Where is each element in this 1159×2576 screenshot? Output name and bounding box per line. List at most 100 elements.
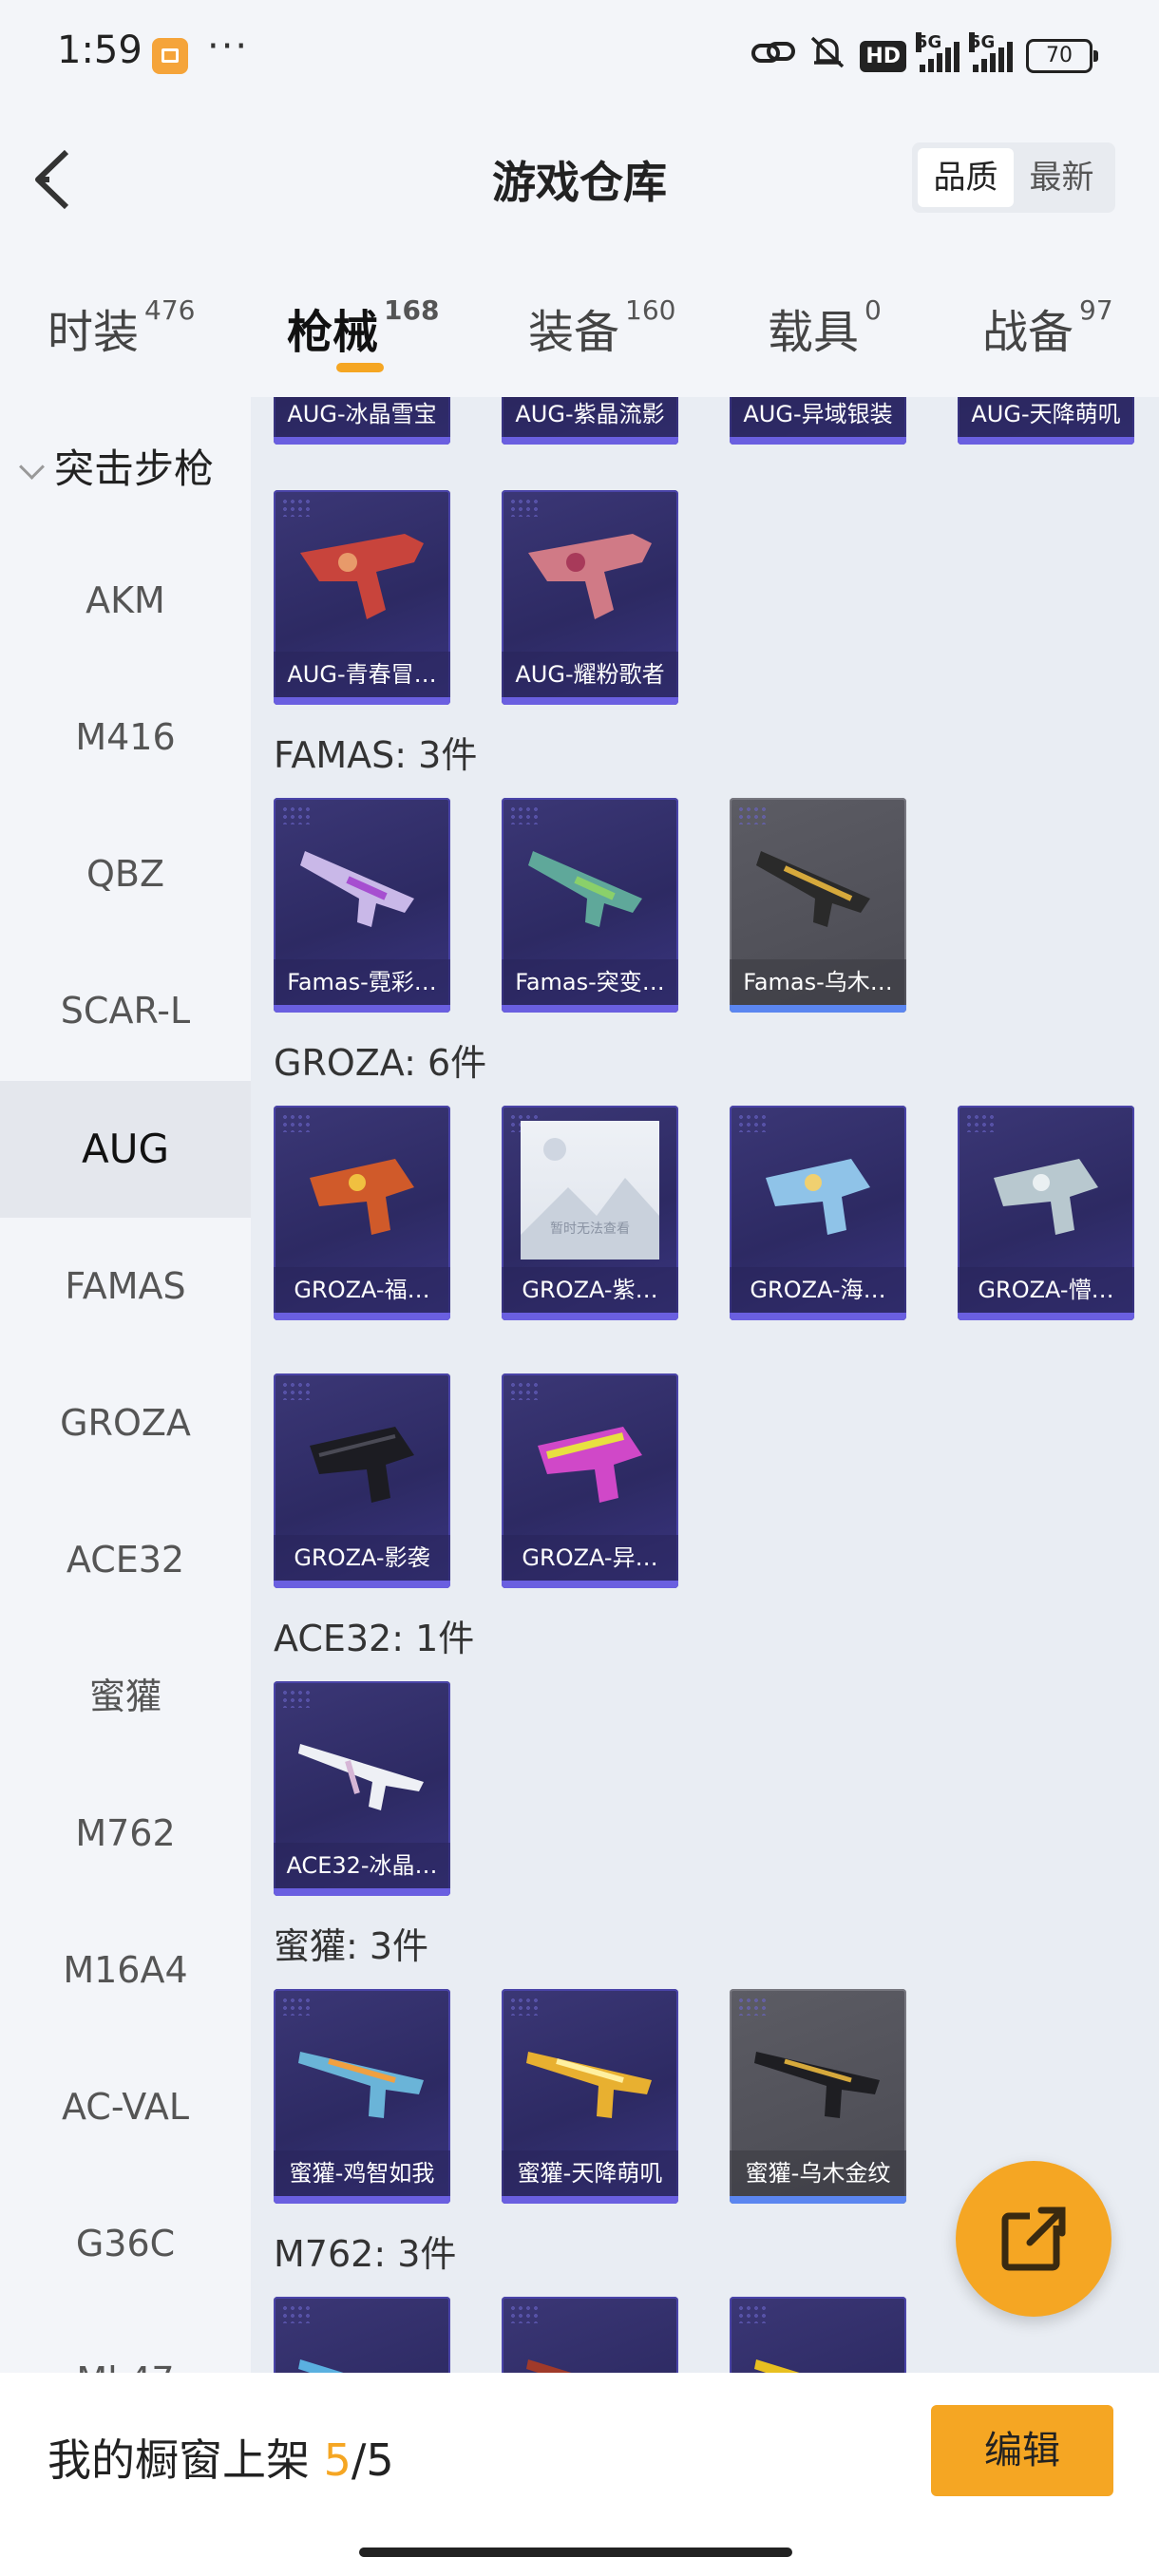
sidebar-item-qbz[interactable]: QBZ	[0, 805, 251, 942]
tab-guns[interactable]: 枪械 168	[287, 294, 439, 370]
edit-button[interactable]: 编辑	[931, 2405, 1113, 2496]
weapon-name: AUG-冰晶雪宝	[274, 397, 450, 437]
sidebar-item-ace32[interactable]: ACE32	[0, 1491, 251, 1628]
weapon-card[interactable]: 暂时无法查看 GROZA-紫…	[502, 1106, 678, 1320]
tab-fashion[interactable]: 时装 476	[48, 294, 195, 370]
status-bar: 1:59 ··· HD 5G 5G 70	[0, 0, 1159, 112]
sidebar-item-groza[interactable]: GROZA	[0, 1354, 251, 1491]
sidebar-item-scar-l[interactable]: SCAR-L	[0, 942, 251, 1079]
share-button[interactable]	[956, 2161, 1112, 2317]
weapon-card[interactable]: GROZA-懵…	[958, 1106, 1134, 1320]
weapon-image	[994, 1159, 1098, 1235]
weapon-card[interactable]: GROZA-福…	[274, 1106, 450, 1320]
weapon-name: ACE32-冰晶…	[274, 1843, 450, 1888]
weapon-name: AUG-异域银装	[730, 397, 906, 437]
weapon-card[interactable]: AUG-青春冒…	[274, 490, 450, 705]
weapon-card[interactable]: Famas-乌木…	[730, 798, 906, 1013]
weapon-name: GROZA-懵…	[958, 1267, 1134, 1313]
weapon-card[interactable]: AUG-冰晶雪宝	[274, 397, 450, 445]
weapon-card[interactable]: 蜜獾-鸡智如我	[274, 1989, 450, 2204]
shelf-total: 5	[366, 2434, 394, 2486]
weapon-image	[528, 534, 652, 619]
sidebar-item-famas[interactable]: FAMAS	[0, 1218, 251, 1354]
weapon-name: AUG-紫晶流影	[502, 397, 678, 437]
sidebar-item-mihuan[interactable]: 蜜獾	[0, 1628, 251, 1765]
sidebar-item-m416[interactable]: M416	[0, 669, 251, 805]
tab-indicator	[336, 363, 384, 372]
section-title-m762: M762: 3件	[274, 2233, 457, 2275]
weapon-card[interactable]: AUG-紫晶流影	[502, 397, 678, 445]
tab-supplies[interactable]: 战备 97	[982, 294, 1113, 370]
sidebar-item-akm[interactable]: AKM	[0, 532, 251, 669]
weapon-card[interactable]: GROZA-异…	[502, 1373, 678, 1588]
weapon-card[interactable]: ACE32-冰晶…	[274, 1681, 450, 1896]
hd-badge: HD	[860, 40, 906, 72]
tab-equipment[interactable]: 装备 160	[528, 294, 675, 370]
weapon-image	[528, 851, 642, 927]
weapon-card[interactable]: 蜜獾-天降萌叽	[502, 1989, 678, 2204]
weapon-name: AUG-天降萌叽	[958, 397, 1134, 437]
weapon-card[interactable]: GROZA-海…	[730, 1106, 906, 1320]
sidebar-item-m16a4[interactable]: M16A4	[0, 1902, 251, 2038]
weapon-name: Famas-突变…	[502, 959, 678, 1005]
mute-bell-icon	[808, 34, 846, 79]
weapon-name: GROZA-海…	[730, 1267, 906, 1313]
weapon-image	[754, 2359, 800, 2373]
more-dots-icon: ···	[207, 25, 250, 68]
weapon-image	[310, 1427, 414, 1503]
weapon-card[interactable]: AUG-天降萌叽	[958, 397, 1134, 445]
status-time: 1:59	[57, 28, 142, 72]
svg-text:暂时无法查看: 暂时无法查看	[550, 1222, 630, 1237]
weapon-image	[526, 2052, 652, 2118]
weapon-name: GROZA-影袭	[274, 1535, 450, 1581]
sidebar-group-assault-rifle[interactable]: 突击步枪	[19, 437, 214, 495]
image-placeholder: 暂时无法查看	[521, 1121, 659, 1260]
shelf-count: 5	[323, 2434, 352, 2486]
signal-icon: 5G	[916, 32, 960, 72]
home-indicator[interactable]	[359, 2548, 792, 2557]
weapon-image	[754, 2052, 880, 2118]
category-tabs: 时装 476 枪械 168 装备 160 载具 0 战备 97	[0, 275, 1159, 389]
calendar-app-icon	[152, 38, 188, 74]
weapon-card[interactable]: 蜜獾-乌木金纹	[730, 1989, 906, 2204]
sidebar-item-mk47[interactable]: Mk47	[0, 2312, 251, 2373]
sidebar-item-m762[interactable]: M762	[0, 1765, 251, 1902]
sidebar-item-ac-val[interactable]: AC-VAL	[0, 2038, 251, 2175]
weapon-image	[300, 534, 424, 619]
weapon-card[interactable]: AUG-耀粉歌者	[502, 490, 678, 705]
weapon-image	[766, 1159, 870, 1235]
sidebar-item-g36c[interactable]: G36C	[0, 2175, 251, 2312]
weapon-name: AUG-耀粉歌者	[502, 652, 678, 697]
weapon-name: GROZA-紫…	[502, 1267, 678, 1313]
weapon-image	[298, 1744, 424, 1810]
tab-vehicles[interactable]: 载具 0	[768, 294, 882, 370]
weapon-name: 蜜獾-鸡智如我	[274, 2150, 450, 2196]
weapon-image	[298, 2052, 424, 2118]
section-title-ace32: ACE32: 1件	[274, 1618, 475, 1659]
weapon-card[interactable]: GROZA-影袭	[274, 1373, 450, 1588]
sidebar-item-aug[interactable]: AUG	[0, 1081, 251, 1218]
weapon-image	[538, 1427, 642, 1503]
weapon-name: Famas-乌木…	[730, 959, 906, 1005]
weapon-card[interactable]: AUG-异域银装	[730, 397, 906, 445]
bottom-bar: 我的橱窗上架 5/5 编辑	[0, 2373, 1159, 2576]
weapon-name: 蜜獾-乌木金纹	[730, 2150, 906, 2196]
weapon-card[interactable]	[274, 2297, 450, 2373]
weapon-image	[300, 851, 414, 927]
section-title-groza: GROZA: 6件	[274, 1042, 487, 1084]
header: 游戏仓库 品质 最新	[0, 112, 1159, 245]
sort-quality-button[interactable]: 品质	[918, 148, 1014, 207]
weapon-card[interactable]	[502, 2297, 678, 2373]
section-title-famas: FAMAS: 3件	[274, 734, 478, 776]
weapon-name: 蜜獾-天降萌叽	[502, 2150, 678, 2196]
sort-toggle: 品质 最新	[912, 142, 1115, 213]
signal-icon-2: 5G	[969, 32, 1013, 72]
weapon-card[interactable]: Famas-突变…	[502, 798, 678, 1013]
weapon-card[interactable]	[730, 2297, 906, 2373]
section-title-mihuan: 蜜獾: 3件	[274, 1925, 429, 1967]
battery-icon: 70	[1026, 39, 1098, 73]
sort-latest-button[interactable]: 最新	[1014, 148, 1110, 207]
weapon-name: AUG-青春冒…	[274, 652, 450, 697]
weapon-image	[526, 2359, 572, 2373]
weapon-card[interactable]: Famas-霓彩…	[274, 798, 450, 1013]
